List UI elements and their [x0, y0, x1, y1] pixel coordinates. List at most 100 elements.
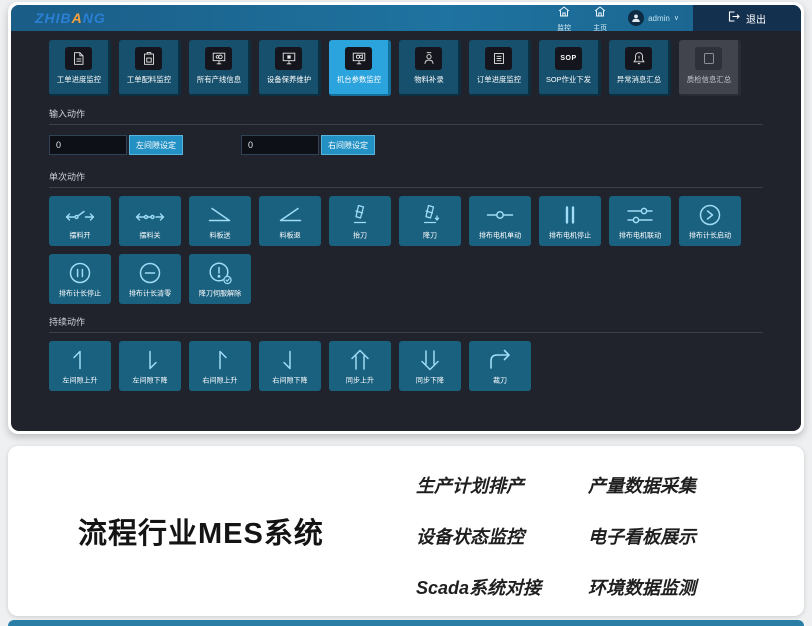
right-gap-group: 右间隙设定 [241, 135, 375, 155]
home-icon [594, 5, 606, 22]
action-sync-up[interactable]: 同步上升 [329, 341, 391, 391]
promo-card: 流程行业MES系统 生产计划排产 设备状态监控 Scada系统对接 产量数据采集… [8, 446, 804, 616]
arrow-down-left-icon [275, 347, 305, 373]
pause-circle-icon [65, 260, 95, 286]
launcher-tile-quality-info[interactable]: 质检信息汇总 [679, 40, 741, 96]
sop-icon: SOP [555, 47, 582, 70]
launcher-tile-order-progress[interactable]: 订单进度监控 [469, 40, 531, 96]
action-right-gap-down[interactable]: 右间隙下降 [259, 341, 321, 391]
tile-label: 工单进度监控 [56, 74, 100, 84]
tile-label: 机台参数监控 [336, 74, 380, 84]
action-motor-jog[interactable]: 排布电机单动 [469, 196, 531, 246]
tile-label: 排布计长启动 [689, 230, 731, 240]
tile-label: 排布电机联动 [619, 230, 661, 240]
monitor-cloud-icon [205, 47, 232, 70]
action-swing-open[interactable]: 摆料开 [49, 196, 111, 246]
nav-monitor[interactable]: 监控 [546, 5, 582, 33]
action-knife-down[interactable]: 降刀 [399, 196, 461, 246]
dashboard-panel: ZHIBANG 监控 主页 admin ∨ 退出 [8, 2, 804, 434]
launcher-tile-material-entry[interactable]: 物料补录 [399, 40, 461, 96]
angle-right-icon [205, 202, 235, 228]
launcher-tile-alerts[interactable]: 异常消息汇总 [609, 40, 671, 96]
action-right-gap-up[interactable]: 右间隙上升 [189, 341, 251, 391]
pause-icon [555, 202, 585, 228]
left-gap-input[interactable] [49, 135, 127, 155]
tile-label: 右间隙上升 [202, 375, 237, 385]
top-bar: ZHIBANG 监控 主页 admin ∨ 退出 [11, 5, 801, 31]
action-swing-close[interactable]: 摆料关 [119, 196, 181, 246]
right-gap-input[interactable] [241, 135, 319, 155]
nav-home-label: 主页 [593, 23, 607, 33]
user-menu[interactable]: admin ∨ [628, 10, 679, 26]
action-cut-knife[interactable]: 裁刀 [469, 341, 531, 391]
arrow-down-icon [135, 347, 165, 373]
nav-home[interactable]: 主页 [582, 5, 618, 33]
angle-left-icon [275, 202, 305, 228]
single-actions-row-2: 排布计长停止 排布计长清零 降刀伺服解除 [11, 246, 801, 304]
input-actions-row: 左间隙设定 右间隙设定 [11, 125, 801, 159]
launcher-tile-machine-params[interactable]: 机台参数监控 [329, 40, 391, 96]
tile-label: 质检信息汇总 [686, 74, 730, 84]
launcher-tile-batching-monitor[interactable]: 工单配料监控 [119, 40, 181, 96]
single-actions-row-1: 摆料开 摆料关 料板送 料板退 抬刀 [11, 188, 801, 246]
logout-label: 退出 [746, 11, 766, 26]
switch-open-icon [65, 202, 95, 228]
alert-circle-icon [205, 260, 235, 286]
feature-item: 设备状态监控 [416, 523, 541, 549]
tile-label: 左间隙上升 [62, 375, 97, 385]
tile-label: 工单配料监控 [126, 74, 170, 84]
action-servo-release[interactable]: 降刀伺服解除 [189, 254, 251, 304]
tile-label: 排布电机单动 [479, 230, 521, 240]
right-gap-set-button[interactable]: 右间隙设定 [321, 135, 375, 155]
action-motor-link[interactable]: 排布电机联动 [609, 196, 671, 246]
action-counter-stop[interactable]: 排布计长停止 [49, 254, 111, 304]
minus-circle-icon [135, 260, 165, 286]
feature-column-2: 产量数据采集 电子看板展示 环境数据监测 [588, 472, 696, 600]
launcher-tile-maintenance[interactable]: 设备保养维护 [259, 40, 321, 96]
action-knife-up[interactable]: 抬刀 [329, 196, 391, 246]
logo-accent: A [72, 10, 83, 26]
nav-monitor-label: 监控 [557, 23, 571, 33]
double-arrow-down-icon [415, 347, 445, 373]
launcher-tile-production-lines[interactable]: 所有产线信息 [189, 40, 251, 96]
tile-label: 异常消息汇总 [616, 74, 660, 84]
action-left-gap-up[interactable]: 左间隙上升 [49, 341, 111, 391]
home-monitor-icon [558, 5, 570, 22]
sop-icon-text: SOP [560, 55, 576, 62]
next-panel-strip [8, 620, 804, 626]
logout-button[interactable]: 退出 [693, 5, 801, 31]
cutter-icon [345, 202, 375, 228]
action-counter-start[interactable]: 排布计长启动 [679, 196, 741, 246]
logo-text: ZHIB [35, 10, 72, 26]
tile-label: 裁刀 [493, 375, 507, 385]
list-icon [485, 47, 512, 70]
arrow-up-right-icon [205, 347, 235, 373]
section-title-single-actions: 单次动作 [11, 159, 801, 183]
tile-label: 右间隙下降 [272, 375, 307, 385]
promo-title: 流程行业MES系统 [78, 446, 324, 616]
tile-label: SOP作业下发 [546, 74, 591, 84]
action-motor-stop[interactable]: 排布电机停止 [539, 196, 601, 246]
tile-label: 订单进度监控 [476, 74, 520, 84]
left-gap-set-button[interactable]: 左间隙设定 [129, 135, 183, 155]
action-plate-forward[interactable]: 料板送 [189, 196, 251, 246]
launcher-row: 工单进度监控 工单配料监控 所有产线信息 设备保养维护 机台参数监控 [11, 31, 801, 96]
section-title-input-actions: 输入动作 [11, 96, 801, 120]
app-logo: ZHIBANG [35, 10, 106, 26]
action-sync-down[interactable]: 同步下降 [399, 341, 461, 391]
double-arrow-up-icon [345, 347, 375, 373]
cutter-down-icon [415, 202, 445, 228]
arrow-up-icon [65, 347, 95, 373]
launcher-tile-sop-dispatch[interactable]: SOP SOP作业下发 [539, 40, 601, 96]
person-badge-icon [415, 47, 442, 70]
square-icon [695, 47, 722, 70]
node-line-icon [485, 202, 515, 228]
launcher-tile-workorder-progress[interactable]: 工单进度监控 [49, 40, 111, 96]
action-counter-clear[interactable]: 排布计长清零 [119, 254, 181, 304]
tile-label: 料板送 [209, 230, 230, 240]
action-left-gap-down[interactable]: 左间隙下降 [119, 341, 181, 391]
avatar [628, 10, 644, 26]
action-plate-back[interactable]: 料板退 [259, 196, 321, 246]
sliders-icon [625, 202, 655, 228]
tile-label: 摆料开 [69, 230, 90, 240]
